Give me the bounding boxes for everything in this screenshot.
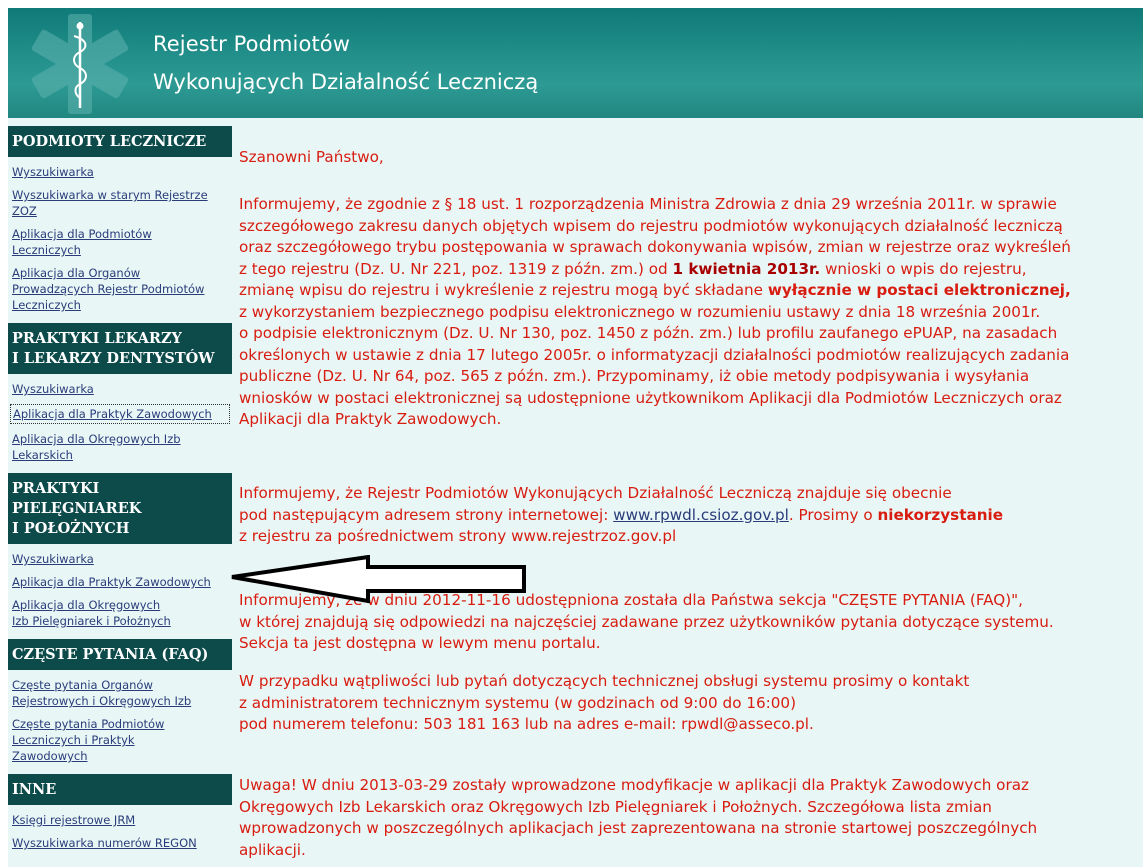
text-line: zmianę wpisu do rejestru i wykreślenie z…	[239, 280, 1071, 302]
sidebar-heading-praktyki-lekarzy: PRAKTYKI LEKARZY I LEKARZY DENTYSTÓW	[8, 323, 232, 374]
sidebar-link-stary-rejestr[interactable]: Wyszukiwarka w starym Rejestrze ZOZ	[8, 187, 232, 219]
link-text: Częste pytania Organów	[12, 678, 153, 692]
text-line: z tego rejestru (Dz. U. Nr 221, poz. 131…	[239, 259, 1071, 281]
text-line: wprowadzonych w poszczególnych aplikacja…	[239, 819, 1038, 837]
text-line: W przypadku wątpliwości lub pytań dotycz…	[239, 672, 970, 690]
text-segment: zmianę wpisu do rejestru i wykreślenie z…	[239, 281, 768, 299]
link-text: Izb Pielęgniarek i Położnych	[12, 614, 171, 628]
text-line: Uwaga! W dniu 2013-03-29 zostały wprowad…	[239, 776, 1029, 794]
heading-line: I POŁOŻNYCH	[12, 520, 130, 537]
heading-line: PRAKTYKI PIELĘGNIAREK	[12, 480, 142, 517]
heading-line: PRAKTYKI LEKARZY	[12, 330, 182, 347]
sidebar-link-izby-pielegniarek[interactable]: Aplikacja dla Okręgowych Izb Pielęgniarek…	[8, 597, 232, 629]
sidebar-link-wyszukiwarka-pielegniarek[interactable]: Wyszukiwarka	[8, 551, 232, 567]
sidebar-link-aplikacja-praktyk-pielegniarek[interactable]: Aplikacja dla Praktyk Zawodowych	[8, 574, 232, 590]
link-text: Lekarskich	[12, 448, 73, 462]
text-line: publiczne (Dz. U. Nr 64, poz. 565 z późn…	[239, 367, 1030, 385]
link-text: Wyszukiwarka	[12, 165, 94, 179]
link-text: Aplikacja dla Organów	[12, 266, 141, 280]
text-line: z rejestru za pośrednictwem strony www.r…	[239, 527, 677, 545]
heading-line: I LEKARZY DENTYSTÓW	[12, 350, 215, 367]
text-line: o podpisie elektronicznym (Dz. U. Nr 130…	[239, 324, 1058, 342]
text-line: z wykorzystaniem bezpiecznego podpisu el…	[239, 302, 1041, 321]
text-line: pod następującym adresem strony internet…	[239, 505, 1003, 527]
site-header: Rejestr Podmiotów Wykonujących Działalno…	[8, 8, 1143, 118]
sidebar-link-izby-lekarskie[interactable]: Aplikacja dla Okręgowych Izb Lekarskich	[8, 431, 232, 463]
link-text: Leczniczych i Praktyk	[12, 733, 135, 747]
text-line: oraz szczegółowego trybu postępowania w …	[239, 238, 1071, 256]
text-line: Informujemy, że Rejestr Podmiotów Wykonu…	[239, 484, 952, 502]
left-arrow-annotation-icon	[231, 555, 526, 604]
link-text: Aplikacja dla Praktyk Zawodowych	[13, 407, 212, 421]
text-segment: z tego rejestru (Dz. U. Nr 221, poz. 131…	[239, 259, 673, 278]
text-line: Sekcja ta jest dostępna w lewym menu por…	[239, 634, 601, 652]
sidebar-link-faq-organow[interactable]: Częste pytania Organów Rejestrowych i Okr…	[8, 677, 232, 709]
link-text: Wyszukiwarka w starym Rejestrze	[12, 188, 208, 202]
site-title-line2: Wykonujących Działalność Leczniczą	[153, 70, 539, 94]
heading-line: CZĘSTE PYTANIA (FAQ)	[12, 646, 209, 663]
sidebar-heading-faq: CZĘSTE PYTANIA (FAQ)	[8, 639, 232, 670]
date-highlight: 1 kwietnia 2013r.	[672, 259, 821, 278]
page-frame: Rejestr Podmiotów Wykonujących Działalno…	[8, 8, 1143, 867]
text-line: Informujemy, że zgodnie z § 18 ust. 1 ro…	[239, 195, 1057, 213]
sidebar-heading-inne: INNE	[8, 774, 232, 805]
sidebar-link-aplikacja-organow[interactable]: Aplikacja dla Organów Prowadzących Rejest…	[8, 265, 232, 313]
sidebar-group-inne: Księgi rejestrowe JRM Wyszukiwarka numer…	[8, 812, 232, 857]
sidebar-link-aplikacja-podmiotow[interactable]: Aplikacja dla Podmiotów Leczniczych	[8, 226, 232, 258]
text-line: z administratorem technicznym systemu (w…	[239, 693, 797, 712]
link-text: Zawodowych	[12, 749, 88, 763]
text-line: w której znajdują się odpowiedzi na najc…	[239, 612, 1054, 631]
link-text: Leczniczych	[12, 298, 81, 312]
sidebar-link-faq-podmiotow[interactable]: Częste pytania Podmiotów Leczniczych i Pr…	[8, 716, 232, 764]
caduceus-star-icon	[31, 14, 129, 114]
link-text: ZOZ	[12, 204, 37, 218]
electronic-only-highlight: wyłącznie w postaci elektronicznej,	[767, 281, 1071, 299]
heading-line: INNE	[12, 781, 57, 798]
sidebar-group-podmioty: Wyszukiwarka Wyszukiwarka w starym Rejes…	[8, 164, 232, 319]
text-line: wniosków w postaci elektronicznej są udo…	[239, 388, 1062, 407]
rpwdl-link[interactable]: www.rpwdl.csioz.gov.pl	[613, 506, 789, 524]
text-segment: wnioski o wpis do rejestru,	[820, 259, 1027, 278]
link-text: Wyszukiwarka	[12, 382, 94, 396]
link-text: Aplikacja dla Podmiotów	[12, 227, 152, 241]
paragraph-warning: Uwaga! W dniu 2013-03-29 zostały wprowad…	[239, 775, 1037, 861]
link-text: Księgi rejestrowe JRM	[12, 813, 136, 827]
text-line: określonych w ustawie z dnia 17 lutego 2…	[239, 345, 1070, 364]
sidebar-link-wyszukiwarka[interactable]: Wyszukiwarka	[8, 164, 232, 180]
link-text: Prowadzących Rejestr Podmiotów	[12, 282, 205, 296]
text-segment: . Prosimy o	[788, 505, 878, 524]
sidebar-heading-praktyki-pielegniarek: PRAKTYKI PIELĘGNIAREK I POŁOŻNYCH	[8, 473, 232, 544]
sidebar-link-ksiegi-jrm[interactable]: Księgi rejestrowe JRM	[8, 812, 232, 828]
sidebar-group-faq: Częste pytania Organów Rejestrowych i Okr…	[8, 677, 232, 770]
sidebar-link-wyszukiwarka-lekarzy[interactable]: Wyszukiwarka	[8, 381, 232, 397]
link-text: Wyszukiwarka numerów REGON	[12, 836, 197, 850]
sidebar-link-aplikacja-praktyk-lekarzy[interactable]: Aplikacja dla Praktyk Zawodowych	[10, 404, 230, 424]
text-line: Okręgowych Izb Lekarskich oraz Okręgowyc…	[239, 797, 992, 816]
paragraph-new-address: Informujemy, że Rejestr Podmiotów Wykonu…	[239, 483, 1003, 548]
sidebar-group-pielegniarek: Wyszukiwarka Aplikacja dla Praktyk Zawod…	[8, 551, 232, 635]
link-text: Wyszukiwarka	[12, 552, 94, 566]
text-segment: pod następującym adresem strony internet…	[239, 505, 614, 524]
link-text: Aplikacja dla Okręgowych Izb	[12, 432, 181, 446]
text-line: pod numerem telefonu: 503 181 163 lub na…	[239, 715, 814, 733]
link-text: Aplikacja dla Praktyk Zawodowych	[12, 575, 211, 589]
link-text: Leczniczych	[12, 243, 81, 257]
text-line: szczegółowego zakresu danych objętych wp…	[239, 216, 1063, 235]
greeting: Szanowni Państwo,	[239, 148, 384, 166]
link-text: Aplikacja dla Okręgowych	[12, 598, 161, 612]
text-line: aplikacji.	[239, 840, 306, 859]
text-line: Aplikacji dla Praktyk Zawodowych.	[239, 410, 502, 428]
sidebar-group-lekarzy: Wyszukiwarka Aplikacja dla Praktyk Zawod…	[8, 381, 232, 469]
heading-line: PODMIOTY LECZNICZE	[12, 133, 207, 150]
left-sidebar: PODMIOTY LECZNICZE Wyszukiwarka Wyszukiw…	[8, 118, 232, 867]
link-text: Częste pytania Podmiotów	[12, 717, 165, 731]
link-text: Rejestrowych i Okręgowych Izb	[12, 694, 192, 708]
paragraph-electronic-submission: Informujemy, że zgodnie z § 18 ust. 1 ro…	[239, 194, 1071, 431]
sidebar-heading-podmioty-lecznicze: PODMIOTY LECZNICZE	[8, 126, 232, 157]
site-title-line1: Rejestr Podmiotów	[153, 32, 350, 56]
niekorzystanie-highlight: niekorzystanie	[877, 505, 1004, 524]
paragraph-contact: W przypadku wątpliwości lub pytań dotycz…	[239, 671, 969, 736]
sidebar-link-regon[interactable]: Wyszukiwarka numerów REGON	[8, 835, 232, 851]
